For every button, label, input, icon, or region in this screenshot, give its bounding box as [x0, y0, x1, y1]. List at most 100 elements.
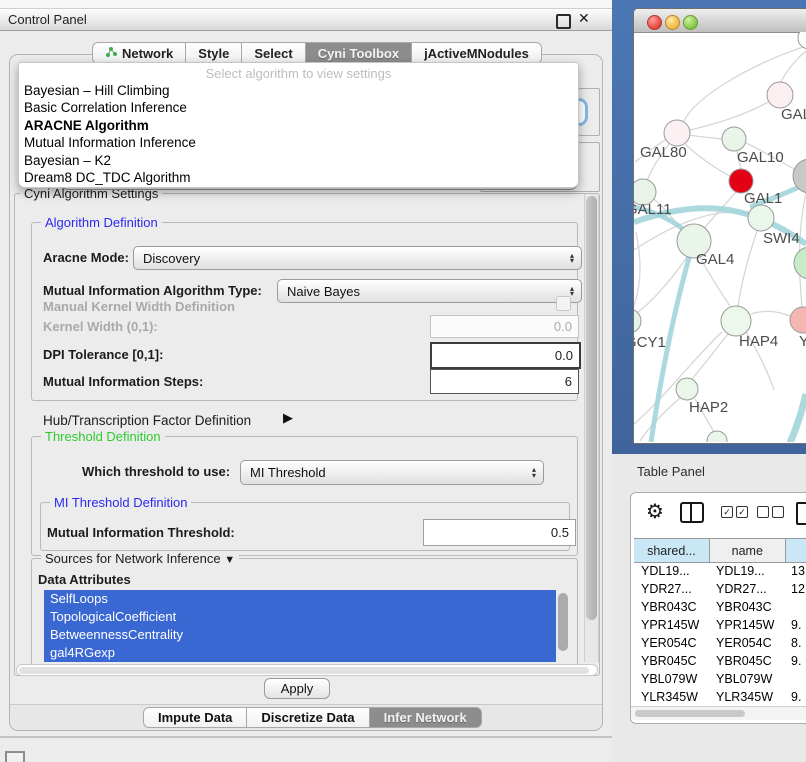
settings-horizontal-scrollbar[interactable]	[16, 664, 598, 676]
columns-icon[interactable]	[680, 502, 704, 523]
network-node[interactable]	[748, 205, 774, 231]
table-cell[interactable]: YDR27...	[709, 582, 784, 596]
float-window-icon[interactable]	[556, 14, 571, 29]
table-cell[interactable]: 8.	[784, 636, 806, 650]
new-table-icon[interactable]	[796, 502, 806, 525]
table-row[interactable]: YBR043CYBR043C	[634, 598, 806, 616]
which-threshold-label: Which threshold to use:	[82, 464, 230, 479]
close-icon[interactable]: ✕	[578, 10, 590, 27]
network-edge-highlighted	[790, 394, 806, 442]
mi-threshold-field[interactable]: 0.5	[423, 519, 576, 546]
network-node[interactable]	[676, 378, 698, 400]
table-cell[interactable]: 9.	[784, 654, 806, 668]
network-node-label: GAL80	[640, 144, 687, 161]
mi-steps-field[interactable]: 6	[430, 369, 579, 394]
tab-style[interactable]: Style	[186, 42, 242, 64]
table-cell[interactable]: YLR345W	[634, 690, 709, 704]
attribute-item[interactable]: gal4RGexp	[44, 644, 556, 662]
apply-button[interactable]: Apply	[264, 678, 330, 699]
tab-select[interactable]: Select	[242, 42, 305, 64]
table-cell[interactable]: YDR27...	[634, 582, 709, 596]
minimized-panel-icon[interactable]	[5, 751, 25, 762]
network-node[interactable]	[707, 431, 727, 442]
dropdown-item[interactable]: Dream8 DC_TDC Algorithm	[19, 169, 578, 186]
table-row[interactable]: YDR27...YDR27...12	[634, 580, 806, 598]
select-all-checkboxes-icon[interactable]: ✓✓	[721, 506, 748, 518]
dropdown-item[interactable]: Basic Correlation Inference	[19, 99, 578, 116]
network-node[interactable]	[634, 309, 641, 333]
dropdown-item[interactable]: ARACNE Algorithm	[19, 117, 578, 134]
dpi-tolerance-field[interactable]: 0.0	[430, 342, 581, 369]
table-row[interactable]: YBR045CYBR045C9.	[634, 652, 806, 670]
table-row[interactable]: YDL19...YDL19...13	[634, 562, 806, 580]
table-cell[interactable]: YBL079W	[709, 672, 784, 686]
table-cell[interactable]: YBR045C	[634, 654, 709, 668]
table-cell[interactable]: YER054C	[634, 636, 709, 650]
scrollbar-thumb[interactable]	[586, 196, 597, 620]
table-row[interactable]: YBL079WYBL079W	[634, 670, 806, 688]
table-row[interactable]: YPR145WYPR145W9.	[634, 616, 806, 634]
table-cell[interactable]: YLR345W	[709, 690, 784, 704]
network-node[interactable]	[722, 127, 746, 151]
table-hscroll-thumb[interactable]	[635, 710, 745, 717]
hub-collapsed-arrow-icon[interactable]: ▶	[283, 410, 293, 426]
tab-cyni-toolbox[interactable]: Cyni Toolbox	[306, 42, 412, 64]
table-cell[interactable]: YER054C	[709, 636, 784, 650]
attribute-item[interactable]: TopologicalCoefficient	[44, 608, 556, 626]
hub-definition-label[interactable]: Hub/Transcription Factor Definition	[43, 413, 251, 428]
attr-scroll-thumb[interactable]	[558, 593, 568, 651]
which-threshold-combo[interactable]: MI Threshold ▴▾	[240, 460, 544, 485]
tab-jactivemnodules[interactable]: jActiveMNodules	[412, 42, 542, 64]
hscroll-thumb[interactable]	[19, 667, 589, 674]
settings-vertical-scrollbar[interactable]	[584, 194, 599, 662]
dropdown-item[interactable]: Mutual Information Inference	[19, 134, 578, 151]
network-node[interactable]	[721, 306, 751, 336]
network-canvas[interactable]: GALGAL80GAL10GAL1GAL11SWI4GAL4GCY1HAP4YH…	[634, 32, 806, 442]
manual-kernel-checkbox[interactable]	[556, 296, 571, 311]
bottom-tab-discretize-data[interactable]: Discretize Data	[247, 707, 369, 728]
network-node[interactable]	[767, 82, 793, 108]
table-row[interactable]: YER054CYER054C8.	[634, 634, 806, 652]
sources-expanded-arrow-icon[interactable]: ▼	[224, 554, 235, 566]
network-node[interactable]	[794, 247, 806, 279]
table-cell[interactable]: YBR045C	[709, 654, 784, 668]
mi-type-combo[interactable]: Naive Bayes ▴▾	[277, 279, 582, 303]
network-window-titlebar[interactable]	[634, 9, 806, 33]
zoom-traffic-light-icon[interactable]	[683, 15, 698, 30]
table-column-header[interactable]: shared...	[634, 539, 710, 562]
table-cell[interactable]: 12	[784, 582, 806, 596]
network-node[interactable]	[790, 307, 806, 333]
network-node[interactable]	[798, 32, 806, 49]
table-cell[interactable]: YBR043C	[634, 600, 709, 614]
attribute-item[interactable]: SelfLoops	[44, 590, 556, 608]
gear-icon[interactable]: ⚙	[646, 499, 664, 524]
clear-checkboxes-icon[interactable]	[757, 506, 784, 518]
attribute-item[interactable]: BetweennessCentrality	[44, 626, 556, 644]
table-cell[interactable]: 13	[784, 564, 806, 578]
tab-network[interactable]: Network	[92, 42, 186, 64]
table-cell[interactable]: YBR043C	[709, 600, 784, 614]
table-cell[interactable]: YPR145W	[709, 618, 784, 632]
minimize-traffic-light-icon[interactable]	[665, 15, 680, 30]
bottom-tab-infer-network[interactable]: Infer Network	[370, 707, 482, 728]
table-cell[interactable]: YDL19...	[709, 564, 784, 578]
table-cell[interactable]: YBL079W	[634, 672, 709, 686]
dropdown-item[interactable]: Bayesian – K2	[19, 152, 578, 169]
table-row[interactable]: YLR345WYLR345W9.	[634, 688, 806, 706]
close-traffic-light-icon[interactable]	[647, 15, 662, 30]
table-cell[interactable]: 9.	[784, 690, 806, 704]
table-horizontal-scrollbar[interactable]	[631, 706, 806, 720]
kernel-width-field[interactable]: 0.0	[430, 315, 579, 338]
table-column-header[interactable]: name	[710, 539, 786, 562]
table-cell[interactable]: YPR145W	[634, 618, 709, 632]
mi-type-label: Mutual Information Algorithm Type:	[43, 283, 262, 298]
aracne-mode-combo[interactable]: Discovery ▴▾	[133, 246, 582, 270]
table-column-header[interactable]	[786, 539, 806, 562]
attr-list-scrollbar[interactable]	[556, 590, 570, 662]
table-cell[interactable]: YDL19...	[634, 564, 709, 578]
bottom-tab-impute-data[interactable]: Impute Data	[143, 707, 247, 728]
network-node[interactable]	[664, 120, 690, 146]
network-node-label: GAL4	[696, 251, 734, 268]
dropdown-item[interactable]: Bayesian – Hill Climbing	[19, 82, 578, 99]
table-cell[interactable]: 9.	[784, 618, 806, 632]
